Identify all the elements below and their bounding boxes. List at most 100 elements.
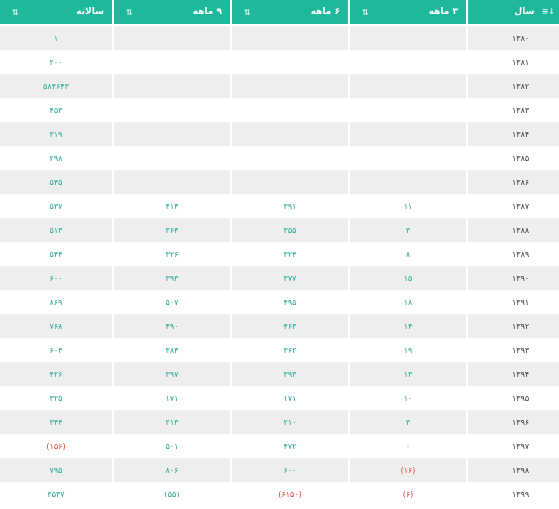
- cell-year: ۱۳۹۵: [468, 386, 559, 410]
- sort-icon: ⇅: [12, 7, 19, 17]
- cell-year: ۱۳۸۲: [468, 74, 559, 98]
- column-header-year[interactable]: ↓≡ سال: [468, 0, 559, 26]
- cell-yearly: ۴۵۳: [0, 98, 112, 122]
- column-header-6-month[interactable]: ۶ ماهه ⇅: [232, 0, 348, 26]
- cell-m6: ۳۶۲: [232, 338, 348, 362]
- cell-m3: ۱۴: [350, 314, 466, 338]
- cell-year: ۱۳۸۹: [468, 242, 559, 266]
- cell-year: ۱۳۸۰: [468, 26, 559, 50]
- cell-year: ۱۳۹۶: [468, 410, 559, 434]
- cell-m9: ۴۱۴: [114, 194, 230, 218]
- cell-m6: [232, 50, 348, 74]
- cell-m6: ۴۹۵: [232, 290, 348, 314]
- table-row: ۱۳۸۲ ۵۸۴۶۴۳: [0, 74, 559, 98]
- cell-yearly: ۶۰۴: [0, 338, 112, 362]
- cell-m3: ۳: [350, 410, 466, 434]
- cell-yearly: ۳۵۳۷: [0, 482, 112, 506]
- cell-year: ۱۳۸۱: [468, 50, 559, 74]
- cell-m6: (۶۱۵۰): [232, 482, 348, 506]
- cell-yearly: ۵۱۳: [0, 218, 112, 242]
- cell-m9: [114, 26, 230, 50]
- cell-m6: ۴۷۲: [232, 434, 348, 458]
- cell-m9: ۳۹۷: [114, 362, 230, 386]
- cell-yearly: ۳۲۵: [0, 386, 112, 410]
- column-header-yearly[interactable]: سالانه ⇅: [0, 0, 112, 26]
- cell-m3: ۱۱: [350, 194, 466, 218]
- cell-m3: [350, 50, 466, 74]
- table-row: ۱۳۹۹ (۶) (۶۱۵۰) ۱۵۵۱ ۳۵۳۷: [0, 482, 559, 506]
- table-body: ۱۳۸۰ ۱ ۱۳۸۱ ۲۰۰ ۱۳۸۲ ۵۸۴۶۴۳ ۱۳۸۳ ۴۵۳ ۱۳۸۴ ۳۱۹ ۱۳۸۵…: [0, 26, 559, 506]
- cell-m3: [350, 74, 466, 98]
- cell-m6: [232, 122, 348, 146]
- cell-year: ۱۳۸۷: [468, 194, 559, 218]
- cell-m3: ۱۵: [350, 266, 466, 290]
- cell-m9: ۳۹۳: [114, 266, 230, 290]
- column-header-label: ۶ ماهه: [310, 7, 340, 17]
- cell-m6: ۴۶۳: [232, 314, 348, 338]
- cell-yearly: ۵۴۵: [0, 170, 112, 194]
- cell-yearly: ۱: [0, 26, 112, 50]
- table-row: ۱۳۸۵ ۲۹۸: [0, 146, 559, 170]
- cell-yearly: ۴۲۶: [0, 362, 112, 386]
- cell-m6: ۳۹۱: [232, 194, 348, 218]
- table-row: ۱۳۸۱ ۲۰۰: [0, 50, 559, 74]
- cell-m6: ۲۱۰: [232, 410, 348, 434]
- cell-yearly: ۵۴۴: [0, 242, 112, 266]
- table-row: ۱۳۸۸ ۳ ۳۵۵ ۳۶۴ ۵۱۳: [0, 218, 559, 242]
- cell-m6: ۶۰۰: [232, 458, 348, 482]
- cell-m9: ۴۹۰: [114, 314, 230, 338]
- cell-year: ۱۳۹۲: [468, 314, 559, 338]
- cell-year: ۱۳۹۹: [468, 482, 559, 506]
- cell-m9: ۵۰۱: [114, 434, 230, 458]
- column-header-3-month[interactable]: ۳ ماهه ⇅: [350, 0, 466, 26]
- column-header-label: سالانه: [76, 7, 104, 17]
- cell-year: ۱۳۸۳: [468, 98, 559, 122]
- sort-icon: ⇅: [244, 7, 251, 17]
- cell-yearly: ۲۹۸: [0, 146, 112, 170]
- column-header-label: ۳ ماهه: [428, 7, 458, 17]
- cell-year: ۱۳۹۱: [468, 290, 559, 314]
- cell-yearly: ۳۱۹: [0, 122, 112, 146]
- sort-asc-icon: ↓≡: [541, 7, 555, 16]
- cell-yearly: (۱۵۶): [0, 434, 112, 458]
- cell-year: ۱۳۸۵: [468, 146, 559, 170]
- cell-m3: [350, 26, 466, 50]
- table-row: ۱۳۹۲ ۱۴ ۴۶۳ ۴۹۰ ۷۶۸: [0, 314, 559, 338]
- cell-m6: [232, 26, 348, 50]
- cell-m6: [232, 98, 348, 122]
- table-row: ۱۳۹۶ ۳ ۲۱۰ ۲۱۳ ۳۴۴: [0, 410, 559, 434]
- cell-m6: ۳۲۴: [232, 242, 348, 266]
- cell-m3: ۱۰: [350, 386, 466, 410]
- cell-yearly: ۶۰۰: [0, 266, 112, 290]
- cell-m3: ۱۳: [350, 362, 466, 386]
- cell-m9: [114, 98, 230, 122]
- table-row: ۱۳۹۱ ۱۸ ۴۹۵ ۵۰۷ ۸۶۹: [0, 290, 559, 314]
- table-row: ۱۳۸۴ ۳۱۹: [0, 122, 559, 146]
- cell-m6: ۳۹۳: [232, 362, 348, 386]
- cell-year: ۱۳۸۶: [468, 170, 559, 194]
- cell-m9: [114, 146, 230, 170]
- table-row: ۱۳۹۰ ۱۵ ۳۷۷ ۳۹۳ ۶۰۰: [0, 266, 559, 290]
- cell-m9: [114, 122, 230, 146]
- cell-year: ۱۳۹۴: [468, 362, 559, 386]
- cell-yearly: ۷۶۸: [0, 314, 112, 338]
- cell-m9: [114, 50, 230, 74]
- cell-m3: ۸: [350, 242, 466, 266]
- cell-yearly: ۷۹۵: [0, 458, 112, 482]
- table-row: ۱۳۹۵ ۱۰ ۱۷۱ ۱۷۱ ۳۲۵: [0, 386, 559, 410]
- cell-year: ۱۳۹۸: [468, 458, 559, 482]
- cell-year: ۱۳۸۴: [468, 122, 559, 146]
- cell-m3: [350, 122, 466, 146]
- cell-m9: ۳۲۶: [114, 242, 230, 266]
- column-header-label: ۹ ماهه: [192, 7, 222, 17]
- column-header-9-month[interactable]: ۹ ماهه ⇅: [114, 0, 230, 26]
- cell-m9: ۳۶۴: [114, 218, 230, 242]
- cell-m6: ۱۷۱: [232, 386, 348, 410]
- cell-yearly: ۵۸۴۶۴۳: [0, 74, 112, 98]
- cell-m6: ۳۵۵: [232, 218, 348, 242]
- cell-m9: [114, 170, 230, 194]
- table-row: ۱۳۸۷ ۱۱ ۳۹۱ ۴۱۴ ۵۳۷: [0, 194, 559, 218]
- cell-m3: ۳: [350, 218, 466, 242]
- cell-m3: ۱۸: [350, 290, 466, 314]
- cell-m3: ۰: [350, 434, 466, 458]
